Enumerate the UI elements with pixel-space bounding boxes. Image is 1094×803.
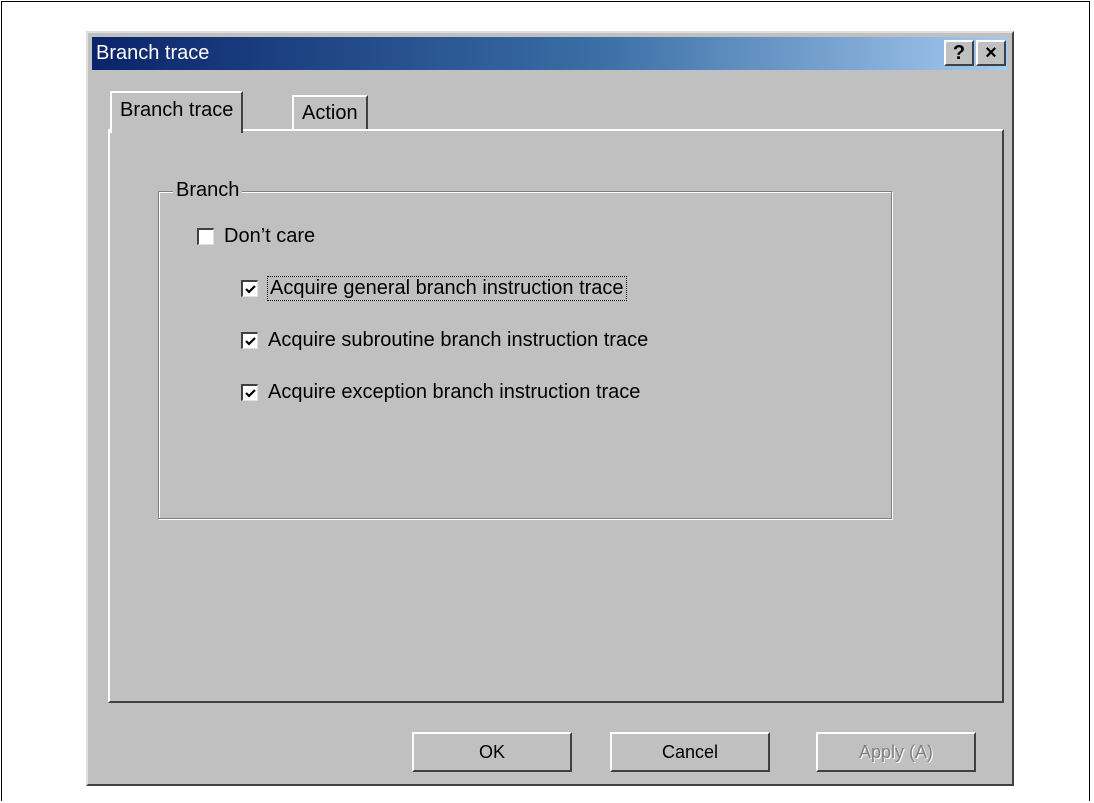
dont-care-row[interactable]: Don’t care: [197, 225, 315, 248]
tab-action[interactable]: Action: [292, 95, 368, 129]
cancel-button[interactable]: Cancel: [610, 732, 770, 772]
help-icon: ?: [952, 42, 966, 64]
subroutine-branch-row[interactable]: Acquire subroutine branch instruction tr…: [241, 329, 648, 352]
ok-button-label: OK: [478, 742, 505, 762]
branch-trace-dialog: Branch trace ? × Branch trace Action Bra…: [86, 31, 1014, 786]
tab-branch-trace-label: Branch trace: [120, 99, 234, 121]
tab-panel: Branch Don’t care Acquire general branch…: [108, 129, 1004, 703]
cancel-button-label: Cancel: [661, 742, 719, 762]
check-icon: [245, 389, 256, 398]
dont-care-label: Don’t care: [224, 225, 316, 247]
exception-branch-label: Acquire exception branch instruction tra…: [268, 381, 641, 403]
exception-branch-checkbox[interactable]: [241, 384, 258, 401]
general-branch-checkbox[interactable]: [241, 280, 258, 297]
title-bar[interactable]: Branch trace ? ×: [92, 37, 1008, 70]
tab-action-label: Action: [302, 102, 358, 124]
close-button[interactable]: ×: [976, 40, 1006, 66]
ok-button[interactable]: OK: [412, 732, 572, 772]
subroutine-branch-checkbox[interactable]: [241, 332, 258, 349]
dont-care-checkbox[interactable]: [197, 228, 214, 245]
subroutine-branch-label: Acquire subroutine branch instruction tr…: [268, 329, 649, 351]
dialog-title: Branch trace: [96, 42, 210, 64]
close-icon: ×: [985, 42, 997, 64]
exception-branch-row[interactable]: Acquire exception branch instruction tra…: [241, 381, 640, 404]
apply-button[interactable]: Apply (A): [816, 732, 976, 772]
check-icon: [245, 285, 256, 294]
tab-branch-trace[interactable]: Branch trace: [110, 91, 244, 133]
help-button[interactable]: ?: [944, 40, 974, 66]
apply-button-label: Apply (A): [858, 742, 934, 762]
general-branch-row[interactable]: Acquire general branch instruction trace: [241, 276, 627, 301]
general-branch-label: Acquire general branch instruction trace: [267, 276, 627, 301]
branch-group-label: Branch: [173, 178, 243, 202]
branch-groupbox: Branch Don’t care Acquire general branch…: [158, 178, 892, 519]
check-icon: [245, 337, 256, 346]
